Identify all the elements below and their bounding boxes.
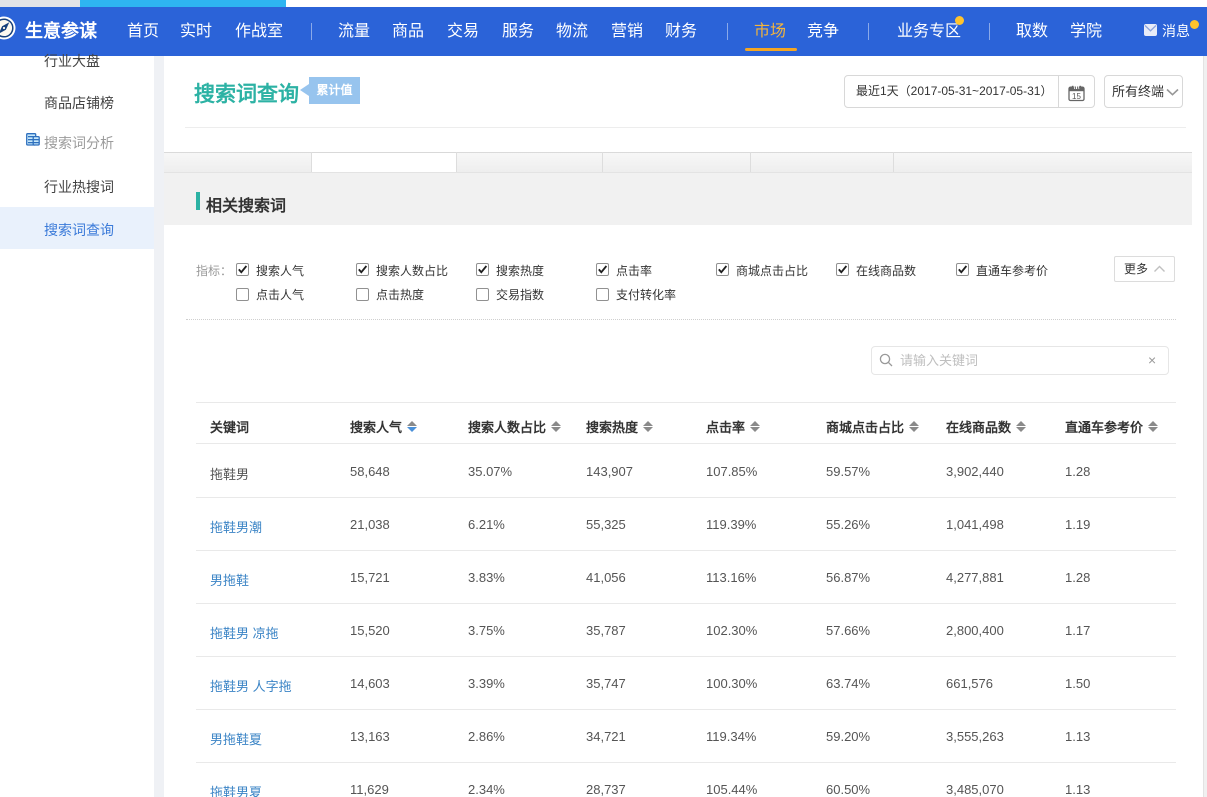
svg-text:15: 15 [1072, 92, 1081, 101]
